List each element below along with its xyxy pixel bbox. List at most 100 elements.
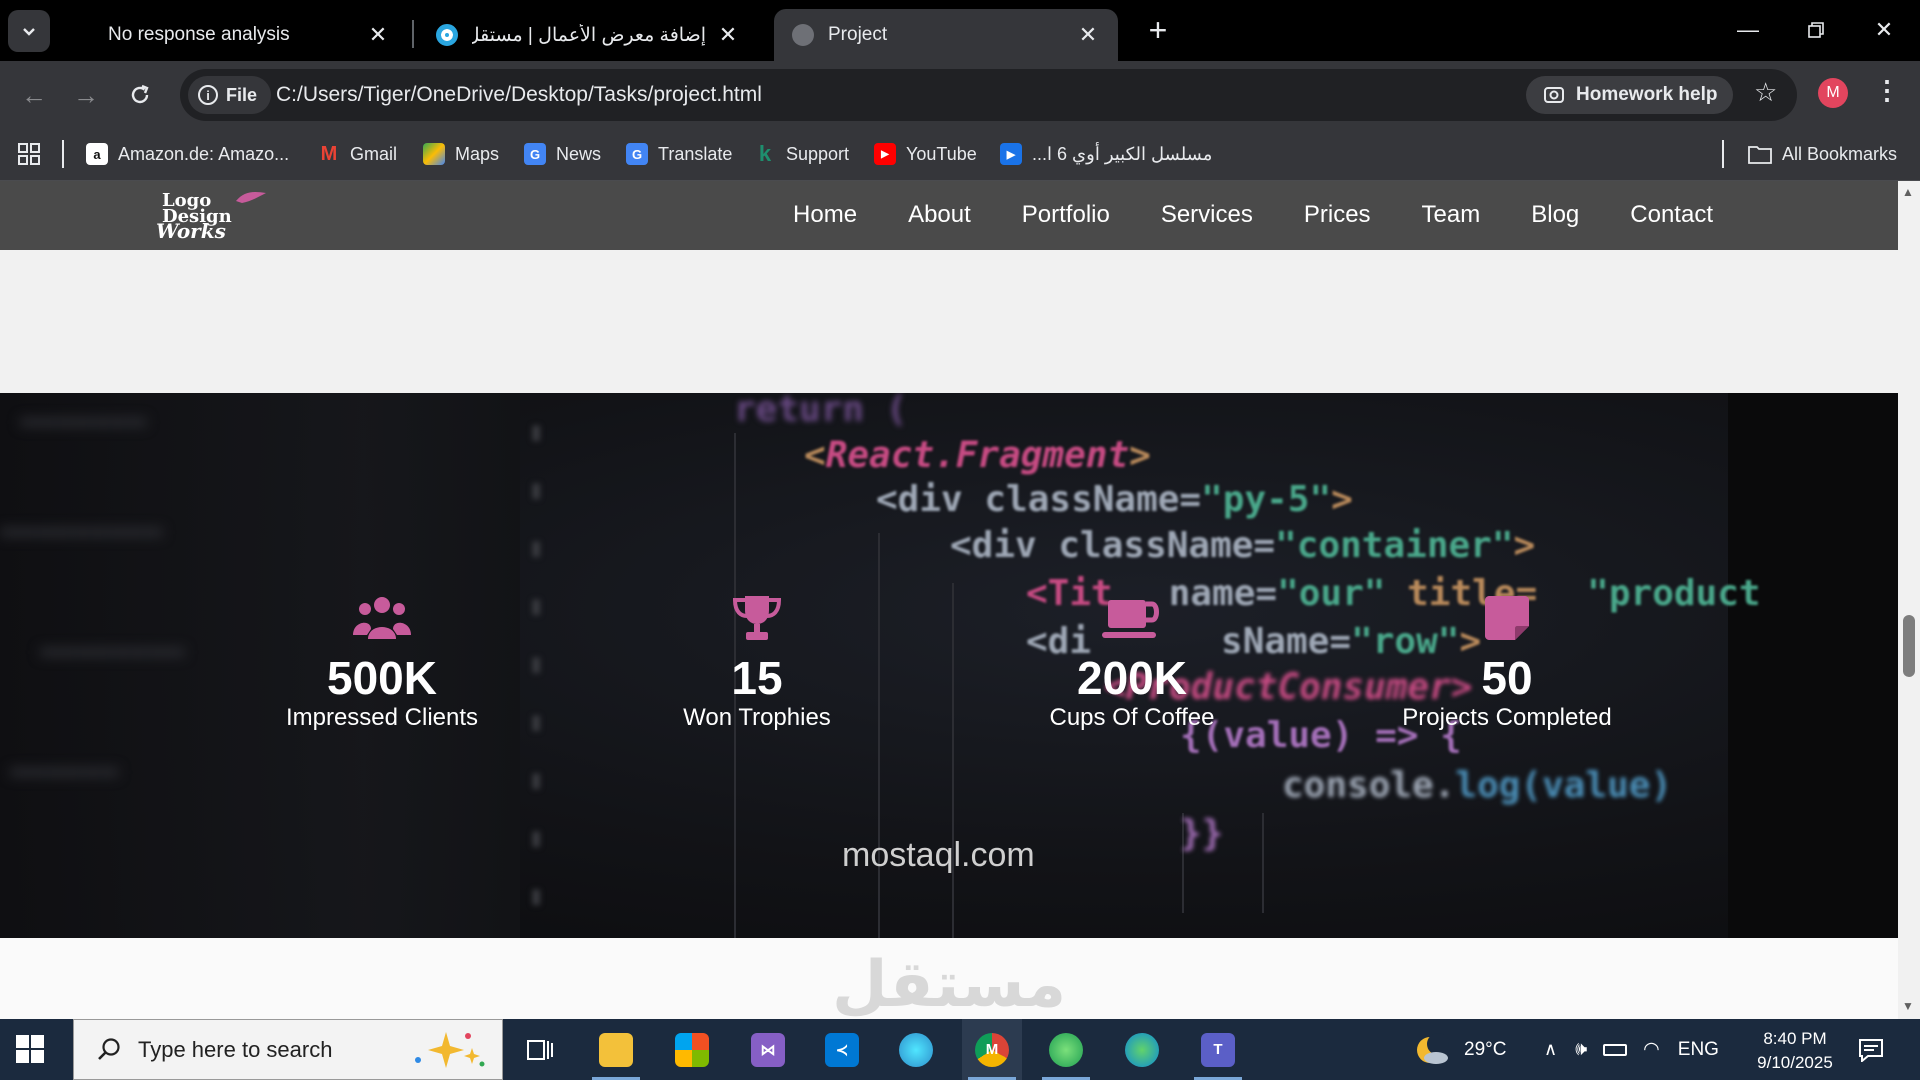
taskbar-file-explorer[interactable]: [586, 1019, 646, 1080]
code-token: >: [1513, 525, 1536, 566]
notification-center-button[interactable]: [1858, 1019, 1884, 1080]
profile-avatar[interactable]: M: [1818, 78, 1848, 108]
taskbar-vscode[interactable]: ≺: [812, 1019, 872, 1080]
weather-temperature: 29°C: [1464, 1038, 1507, 1060]
tab-project[interactable]: Project ✕: [774, 9, 1118, 61]
taskbar-microsoft-store[interactable]: [662, 1019, 722, 1080]
site-logo[interactable]: Logo Design Works: [156, 189, 286, 243]
back-button[interactable]: ←: [14, 75, 54, 115]
search-placeholder: Type here to search: [138, 1036, 333, 1062]
background-code-blur: ▬▬▬▬▬▬: [10, 753, 119, 788]
file-explorer-icon: [599, 1032, 633, 1067]
restore-button[interactable]: [1786, 10, 1846, 50]
stat-value: 500K: [327, 652, 437, 704]
visual-studio-icon: ⋈: [751, 1032, 785, 1067]
bookmark-support[interactable]: k Support: [754, 140, 849, 168]
code-token: "container": [1275, 525, 1514, 566]
taskbar-teams[interactable]: T: [1188, 1019, 1248, 1080]
page-scrollbar[interactable]: ▲ ▼: [1898, 181, 1920, 1019]
tab-no-response-analysis[interactable]: No response analysis ✕: [90, 9, 408, 61]
youtube-icon: ▶: [874, 143, 896, 165]
bookmark-video[interactable]: ▶ مسلسل الكبير أوي 6 ا...: [1000, 140, 1212, 168]
minimize-icon: —: [1737, 17, 1759, 42]
taskbar-search-box[interactable]: Type here to search: [73, 1019, 503, 1080]
close-icon[interactable]: ✕: [366, 22, 390, 48]
background-code-blur: ▬▬▬▬▬▬▬▬▬: [0, 513, 163, 548]
volume-icon[interactable]: 🕪: [1575, 1039, 1587, 1061]
nav-link-contact[interactable]: Contact: [1630, 195, 1713, 235]
coffee-cup-icon: [982, 593, 1282, 643]
code-token: React.Fragment: [825, 435, 1130, 476]
start-button[interactable]: [16, 1035, 44, 1063]
nav-link-prices[interactable]: Prices: [1304, 195, 1371, 235]
bookmark-amazon[interactable]: a Amazon.de: Amazo...: [86, 140, 289, 168]
tab-separator: [412, 20, 414, 48]
taskbar-chrome[interactable]: M: [962, 1019, 1022, 1080]
close-window-button[interactable]: ✕: [1854, 10, 1914, 50]
stat-cups-of-coffee: 200K Cups Of Coffee: [982, 593, 1282, 733]
bookmark-youtube[interactable]: ▶ YouTube: [874, 140, 977, 168]
language-indicator[interactable]: ENG: [1678, 1039, 1719, 1061]
bird-icon: [236, 191, 266, 203]
stat-label: Won Trophies: [683, 704, 831, 731]
bookmark-label: News: [556, 143, 602, 164]
globe-icon: [792, 24, 814, 46]
reload-button[interactable]: [120, 75, 160, 115]
background-code-blur: ▬▬▬▬▬▬▬: [20, 403, 147, 438]
homework-help-button[interactable]: Homework help: [1526, 76, 1734, 114]
nav-link-portfolio[interactable]: Portfolio: [1022, 195, 1110, 235]
close-icon[interactable]: ✕: [716, 22, 740, 48]
sparkle-icon: [415, 1032, 485, 1068]
windows-logo-pane: [16, 1035, 29, 1048]
chevron-up-icon[interactable]: ∧: [1544, 1039, 1557, 1060]
taskbar-edge[interactable]: [1112, 1019, 1172, 1080]
chrome-icon: M: [975, 1032, 1009, 1067]
code-token: <div className=: [950, 525, 1276, 566]
close-icon: ✕: [1874, 17, 1894, 42]
task-view-button[interactable]: [510, 1019, 570, 1080]
new-tab-button[interactable]: +: [1138, 12, 1178, 49]
info-icon: i: [198, 85, 218, 105]
nav-link-services[interactable]: Services: [1161, 195, 1253, 235]
forward-button[interactable]: →: [66, 75, 106, 115]
minimize-button[interactable]: —: [1718, 10, 1778, 50]
scroll-thumb[interactable]: [1903, 615, 1915, 677]
weather-widget[interactable]: 29°C: [1414, 1019, 1506, 1080]
bookmark-label: YouTube: [906, 143, 977, 164]
battery-icon[interactable]: [1603, 1043, 1628, 1056]
menu-kebab-icon[interactable]: ⋮: [1874, 75, 1900, 106]
site-info-chip[interactable]: i File: [188, 76, 272, 114]
nav-link-team[interactable]: Team: [1422, 195, 1481, 235]
address-bar[interactable]: i File C:/Users/Tiger/OneDrive/Desktop/T…: [180, 69, 1797, 121]
all-bookmarks-button[interactable]: All Bookmarks: [1748, 140, 1897, 168]
bookmark-star-icon[interactable]: ☆: [1754, 77, 1777, 108]
url-text[interactable]: C:/Users/Tiger/OneDrive/Desktop/Tasks/pr…: [276, 83, 762, 107]
weather-moon-icon: [1417, 1032, 1449, 1064]
bookmark-label: Support: [786, 143, 850, 164]
video-icon: ▶: [1000, 143, 1022, 165]
microsoft-store-icon: [675, 1032, 709, 1067]
wifi-icon[interactable]: ◠: [1643, 1038, 1660, 1061]
bookmark-translate[interactable]: G Translate: [626, 140, 732, 168]
nav-link-home[interactable]: Home: [793, 195, 857, 235]
tab-search-button[interactable]: [8, 10, 50, 52]
bookmark-gmail[interactable]: M Gmail: [318, 140, 397, 168]
apps-grid-button[interactable]: [18, 140, 40, 168]
scroll-up-icon[interactable]: ▲: [1902, 185, 1914, 199]
edge-profile-icon: [899, 1032, 933, 1067]
taskbar-clock[interactable]: 8:40 PM 9/10/2025: [1720, 1027, 1870, 1075]
windows-logo-pane: [16, 1050, 29, 1063]
bookmarks-divider: [1722, 140, 1724, 168]
bookmark-news[interactable]: G News: [524, 140, 601, 168]
taskbar-visual-studio[interactable]: ⋈: [738, 1019, 798, 1080]
nav-link-about[interactable]: About: [908, 195, 971, 235]
nav-link-blog[interactable]: Blog: [1531, 195, 1579, 235]
close-icon[interactable]: ✕: [1076, 22, 1100, 48]
trophy-icon: [607, 593, 907, 643]
scroll-down-icon[interactable]: ▼: [1902, 999, 1914, 1013]
taskbar-edge-profile[interactable]: [886, 1019, 946, 1080]
taskbar-edge-dev[interactable]: [1036, 1019, 1096, 1080]
indent-guide: [1262, 813, 1264, 913]
tab-mostaql-portfolio[interactable]: إضافة معرض الأعمال | مستقل ✕: [418, 9, 758, 61]
bookmark-maps[interactable]: Maps: [423, 140, 499, 168]
